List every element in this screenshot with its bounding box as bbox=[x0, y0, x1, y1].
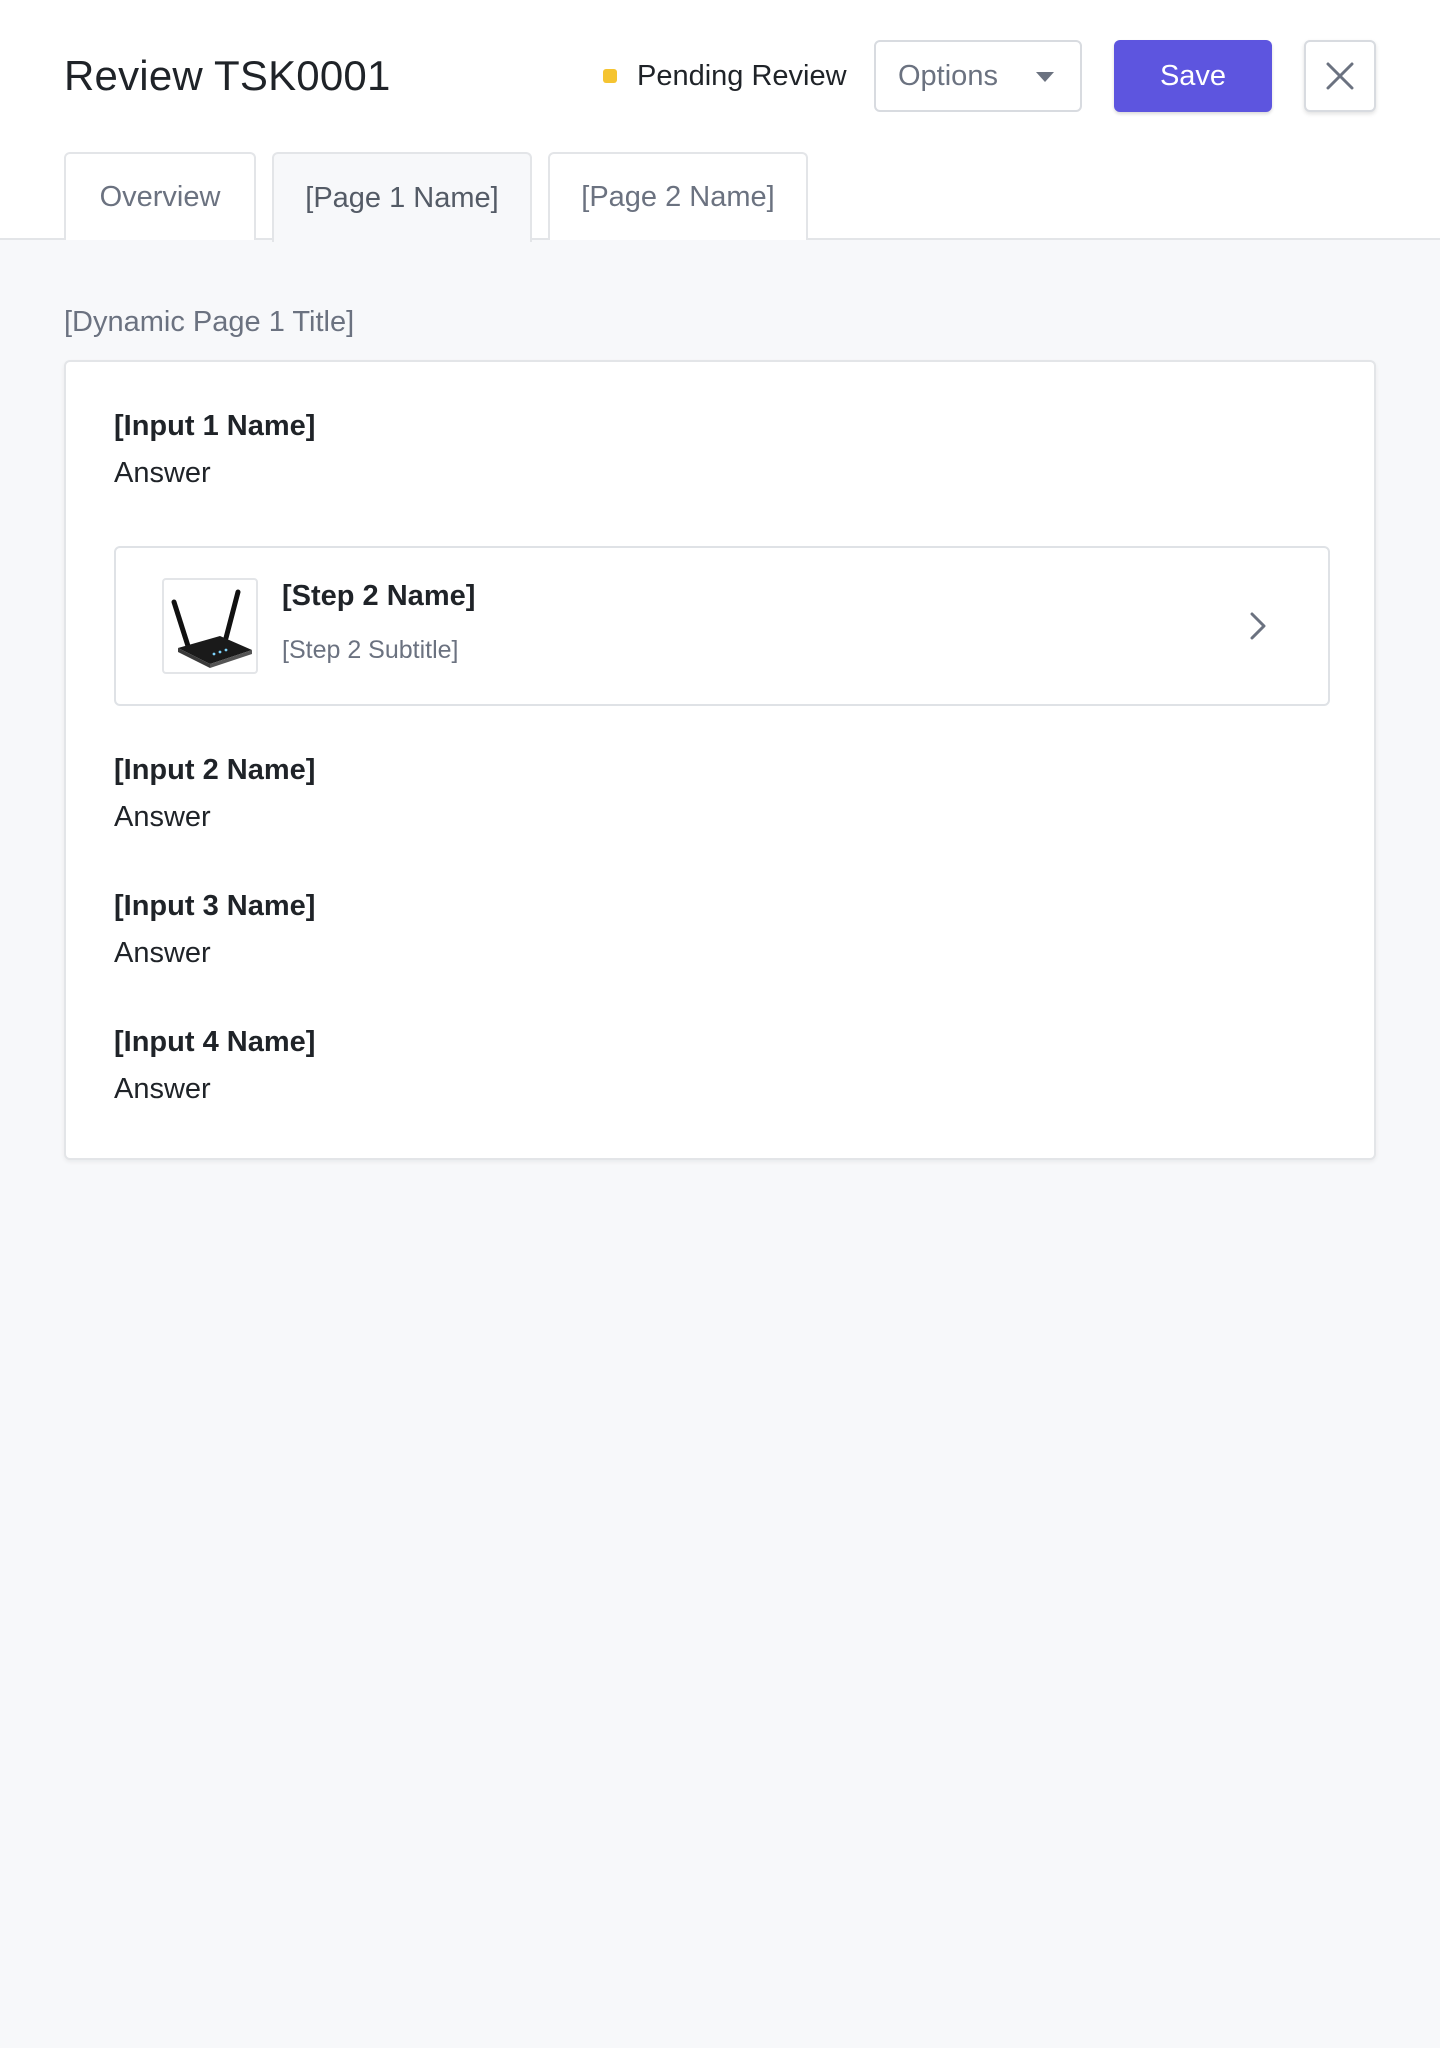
input-field-3: [Input 3 Name] Answer bbox=[114, 890, 315, 970]
field-label: [Input 2 Name] bbox=[114, 754, 316, 786]
input-field-1: [Input 1 Name] Answer bbox=[114, 410, 315, 490]
tab-label: Overview bbox=[99, 180, 221, 213]
field-value: Answer bbox=[114, 801, 211, 833]
chevron-right-icon bbox=[1250, 612, 1266, 640]
step-name: [Step 2 Name] bbox=[282, 580, 476, 612]
tab-label: [Page 1 Name] bbox=[305, 181, 499, 214]
router-icon bbox=[162, 578, 258, 674]
input-field-2: [Input 2 Name] Answer bbox=[114, 754, 315, 834]
field-label: [Input 3 Name] bbox=[114, 890, 316, 922]
save-button[interactable]: Save bbox=[1114, 40, 1272, 112]
tab-label: [Page 2 Name] bbox=[581, 180, 775, 213]
section-title: [Dynamic Page 1 Title] bbox=[64, 306, 355, 338]
close-button[interactable] bbox=[1304, 40, 1376, 112]
tab-page-1[interactable]: [Page 1 Name] bbox=[272, 152, 532, 242]
input-field-4: [Input 4 Name] Answer bbox=[114, 1026, 315, 1106]
step-card[interactable]: [Step 2 Name] [Step 2 Subtitle] bbox=[114, 546, 1330, 706]
page-title: Review TSK0001 bbox=[64, 52, 391, 99]
options-dropdown[interactable]: Options bbox=[874, 40, 1082, 112]
field-value: Answer bbox=[114, 457, 211, 489]
status-dot-icon bbox=[603, 69, 617, 83]
tab-page-2[interactable]: [Page 2 Name] bbox=[548, 152, 808, 240]
page-header: Review TSK0001 Pending Review Options Sa… bbox=[0, 0, 1440, 242]
chevron-down-icon bbox=[1036, 72, 1054, 82]
status-indicator: Pending Review bbox=[603, 58, 847, 94]
field-value: Answer bbox=[114, 937, 211, 969]
field-label: [Input 1 Name] bbox=[114, 410, 316, 442]
tab-overview[interactable]: Overview bbox=[64, 152, 256, 240]
close-icon bbox=[1326, 62, 1354, 90]
field-label: [Input 4 Name] bbox=[114, 1026, 316, 1058]
field-value: Answer bbox=[114, 1073, 211, 1105]
status-text: Pending Review bbox=[637, 59, 847, 92]
review-card: [Input 1 Name] Answer [Step 2 Name] [Ste… bbox=[64, 360, 1376, 1160]
step-subtitle: [Step 2 Subtitle] bbox=[282, 636, 459, 664]
options-label: Options bbox=[898, 59, 998, 92]
